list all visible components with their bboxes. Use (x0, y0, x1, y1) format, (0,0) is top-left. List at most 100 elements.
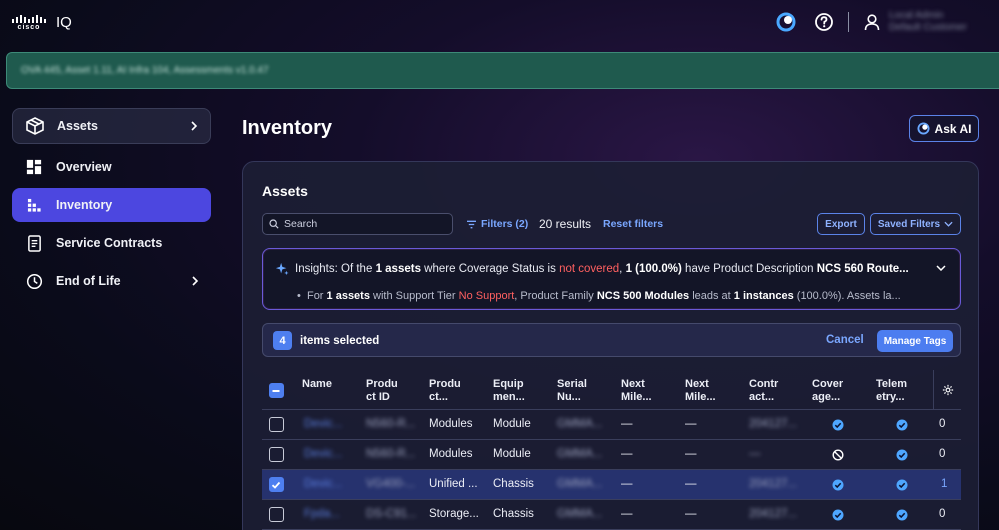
chevron-right-icon (191, 121, 198, 131)
sidebar-item-label: Service Contracts (56, 236, 163, 250)
check-circle-icon (896, 449, 908, 461)
column-header-serial[interactable]: Serial Nu... (557, 378, 587, 404)
cell-equipment: Module (493, 448, 531, 460)
ask-ai-label: Ask AI (934, 121, 972, 136)
column-header-next-milestone[interactable]: Next Mile... (621, 378, 652, 404)
column-settings[interactable] (933, 370, 961, 410)
column-header-product-id[interactable]: Produ ct ID (366, 378, 398, 404)
manage-tags-button[interactable]: Manage Tags (877, 330, 953, 352)
check-circle-icon (832, 479, 844, 491)
cell-milestone-2: — (685, 508, 697, 520)
divider (848, 12, 849, 32)
check-circle-icon (896, 419, 908, 431)
cell-count-link[interactable]: 1 (941, 478, 947, 490)
cell-product-id: VG400-... (366, 478, 416, 490)
cell-count: 0 (939, 508, 946, 520)
help-icon[interactable] (814, 12, 834, 32)
insights-headline: Insights: Of the 1 assets where Coverage… (275, 262, 909, 276)
column-header-next-milestone-2[interactable]: Next Mile... (685, 378, 716, 404)
cell-equipment: Module (493, 418, 531, 430)
chevron-down-icon[interactable] (936, 265, 946, 271)
clock-icon (24, 271, 44, 291)
user-name: Local Admin (889, 10, 944, 21)
search-input[interactable] (284, 218, 444, 230)
cell-equipment: Chassis (493, 508, 534, 520)
sidebar-item-end-of-life[interactable]: End of Life (12, 264, 211, 298)
cell-milestone: — (621, 508, 633, 520)
saved-filters-button[interactable]: Saved Filters (870, 213, 961, 235)
check-icon (271, 481, 281, 489)
cell-milestone-2: — (685, 418, 697, 430)
search-box[interactable] (262, 213, 453, 235)
insights-card: Insights: Of the 1 assets where Coverage… (262, 248, 961, 310)
table-row[interactable]: Fpda... DS-C91... Storage... Chassis GMM… (262, 500, 961, 530)
sidebar-item-inventory[interactable]: Inventory (12, 188, 211, 222)
app-logo[interactable]: cisco IQ (12, 14, 72, 31)
export-button[interactable]: Export (817, 213, 865, 235)
column-header-equipment[interactable]: Equip men... (493, 378, 525, 404)
cell-serial: GMMA... (557, 508, 603, 520)
insights-value: NCS 560 Route... (816, 263, 909, 275)
cell-contract: 204127... (749, 418, 797, 430)
row-checkbox[interactable] (269, 477, 284, 492)
table-row[interactable]: Devic... N560-R... Modules Module GMMA..… (262, 440, 961, 470)
cell-product-id: N560-R... (366, 418, 416, 430)
cell-equipment: Chassis (493, 478, 534, 490)
cell-contract: 204127... (749, 508, 797, 520)
insights-status: not covered (559, 263, 620, 275)
user-menu[interactable]: Local Admin Default Customer (889, 10, 999, 34)
column-header-name[interactable]: Name (302, 378, 332, 391)
selection-bar: 4 items selected Cancel Manage Tags (262, 323, 961, 357)
panel-title: Assets (262, 183, 308, 199)
cell-product-id: DS-C91... (366, 508, 417, 520)
cell-milestone: — (621, 418, 633, 430)
dashboard-icon (24, 157, 44, 177)
select-all-checkbox[interactable] (269, 383, 284, 398)
cell-name[interactable]: Fpda... (304, 508, 340, 520)
selected-text: items selected (300, 335, 380, 347)
ai-assistant-icon[interactable] (776, 12, 796, 32)
user-icon[interactable] (863, 13, 881, 31)
cell-count: 0 (939, 448, 946, 460)
selected-count-badge: 4 (273, 331, 292, 350)
cell-contract: — (749, 448, 761, 460)
filters-button[interactable]: Filters (2) (466, 218, 528, 230)
sidebar-item-assets[interactable]: Assets (12, 108, 211, 144)
column-header-contract[interactable]: Contr act... (749, 378, 778, 404)
cell-serial: GMMA... (557, 478, 603, 490)
search-icon (269, 219, 279, 229)
column-header-coverage[interactable]: Cover age... (812, 378, 843, 404)
cell-name[interactable]: Devic... (304, 448, 342, 460)
reset-filters-link[interactable]: Reset filters (603, 218, 663, 230)
chevron-right-icon (192, 276, 199, 286)
column-header-telemetry[interactable]: Telem etry... (876, 378, 907, 404)
cell-name[interactable]: Devic... (304, 418, 342, 430)
ask-ai-button[interactable]: Ask AI (909, 115, 979, 142)
insights-value: 1 (100.0%) (625, 263, 682, 275)
sidebar-item-overview[interactable]: Overview (12, 150, 211, 184)
insights-text: have Product Description (685, 263, 814, 275)
cell-milestone: — (621, 478, 633, 490)
cancel-selection-button[interactable]: Cancel (826, 334, 864, 346)
minus-icon (272, 390, 280, 392)
insights-status: No Support (458, 290, 515, 302)
document-icon (24, 233, 44, 253)
table-row[interactable]: Devic... N560-R... Modules Module GMMA..… (262, 410, 961, 440)
ai-icon (917, 122, 930, 135)
inventory-table: Name Produ ct ID Produ ct... Equip men... S… (262, 370, 961, 530)
sidebar-item-service-contracts[interactable]: Service Contracts (12, 226, 211, 260)
insights-text: , (619, 263, 623, 275)
cisco-logo-icon: cisco (12, 14, 46, 31)
insights-text: Of the (341, 263, 373, 275)
insights-text: with Support Tier (373, 290, 456, 302)
column-header-product[interactable]: Produ ct... (429, 378, 461, 404)
table-row[interactable]: Devic... VG400-... Unified ... Chassis G… (262, 470, 961, 500)
row-checkbox[interactable] (269, 447, 284, 462)
insights-text: where Coverage Status is (424, 263, 556, 275)
row-checkbox[interactable] (269, 507, 284, 522)
sidebar-nav: Assets Overview Inventory Service Contra… (12, 108, 211, 302)
insights-value: NCS 500 Modules (596, 290, 690, 302)
cell-name[interactable]: Devic... (304, 478, 342, 490)
top-bar: cisco IQ Local Admin Default Customer (0, 0, 999, 44)
row-checkbox[interactable] (269, 417, 284, 432)
